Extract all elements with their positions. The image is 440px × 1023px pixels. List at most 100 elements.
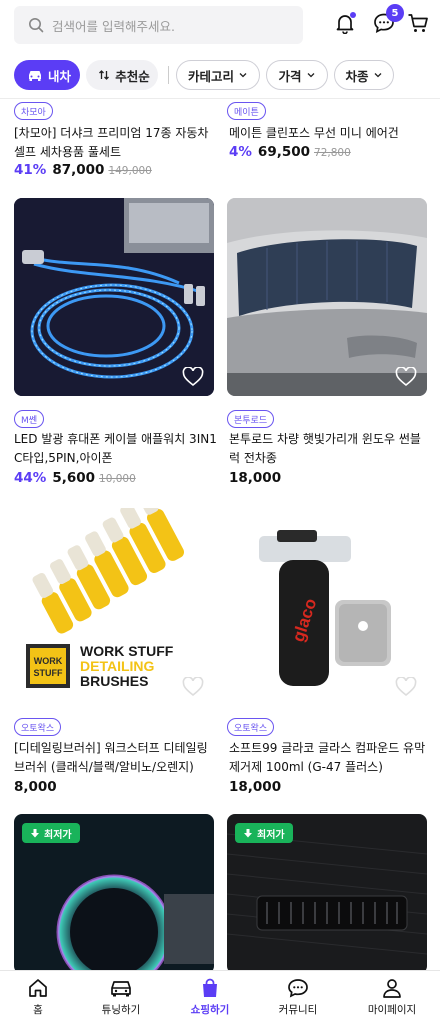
price-row: 4% 69,500 72,800 bbox=[229, 144, 351, 160]
product-title-line: 제거제 100ml (G-47 플러스) bbox=[229, 760, 383, 774]
model-label: 차종 bbox=[345, 68, 369, 84]
down-arrow-icon bbox=[244, 829, 252, 838]
my-car-chip[interactable]: 내차 bbox=[14, 60, 80, 90]
home-icon bbox=[29, 979, 47, 997]
notification-button[interactable] bbox=[331, 9, 359, 37]
product-title-line: 럭 전차종 bbox=[229, 451, 277, 465]
product-image[interactable]: 최저가 bbox=[227, 814, 427, 974]
heart-icon[interactable] bbox=[395, 677, 417, 697]
product-image[interactable]: WORK STUFF WORK STUFF DETAILING BRUSHES bbox=[14, 508, 214, 706]
discount-rate: 41% bbox=[14, 162, 47, 178]
chat-badge: 5 bbox=[386, 4, 404, 22]
product-image[interactable] bbox=[14, 198, 214, 396]
product-title-line: 본투로드 차량 햇빛가리개 윈도우 썬블 bbox=[229, 432, 421, 446]
chat-button[interactable]: 5 bbox=[370, 4, 404, 37]
price-row: 8,000 bbox=[14, 779, 57, 795]
chevron-down-icon bbox=[374, 73, 381, 78]
heart-icon[interactable] bbox=[395, 367, 417, 387]
brush-logo-text: STUFF bbox=[34, 668, 63, 678]
discount-rate: 4% bbox=[229, 144, 252, 160]
down-arrow-icon bbox=[31, 829, 39, 838]
nav-home[interactable]: 홈 bbox=[0, 977, 82, 1021]
cart-icon bbox=[408, 14, 428, 32]
category-dropdown[interactable]: 카테고리 bbox=[176, 60, 260, 90]
filter-bar: 내차 추천순 카테고리 가격 차종 bbox=[0, 56, 440, 96]
product-title-line: 메이튼 클린포스 무선 미니 에어건 bbox=[229, 126, 399, 140]
filter-divider bbox=[168, 66, 169, 84]
brand-badge: 오토왁스 bbox=[14, 718, 62, 736]
brush-image-text: DETAILING bbox=[80, 658, 155, 674]
category-label: 카테고리 bbox=[187, 68, 234, 84]
brand-badge: 본투로드 bbox=[227, 410, 275, 428]
sort-icon bbox=[99, 70, 110, 80]
heart-icon[interactable] bbox=[182, 677, 204, 697]
sort-label: 추천순 bbox=[115, 68, 150, 84]
nav-mypage-label: 마이페이지 bbox=[367, 1004, 417, 1016]
shopping-bag-icon bbox=[203, 978, 217, 997]
product-title-line: 브러쉬 (클래식/블랙/알비노/오렌지) bbox=[14, 760, 194, 774]
product-title-line: 셀프 세차용품 풀세트 bbox=[14, 145, 121, 159]
sale-price: 8,000 bbox=[14, 779, 57, 795]
model-dropdown[interactable]: 차종 bbox=[334, 60, 394, 90]
product-title[interactable]: [디테일링브러쉬] 워크스터프 디테일링 브러쉬 (클래식/블랙/알비노/오렌지… bbox=[14, 739, 224, 777]
nav-home-label: 홈 bbox=[33, 1004, 43, 1016]
product-title[interactable]: 소프트99 글라코 글라스 컴파운드 유막 제거제 100ml (G-47 플러… bbox=[229, 739, 439, 777]
search-placeholder: 검색어를 입력해주세요. bbox=[52, 18, 175, 34]
original-price: 10,000 bbox=[99, 473, 136, 485]
sale-price: 18,000 bbox=[229, 470, 282, 486]
car-icon bbox=[111, 981, 131, 997]
nav-tuning[interactable]: 튜닝하기 bbox=[77, 977, 165, 1021]
price-label: 가격 bbox=[278, 68, 302, 84]
cart-button[interactable] bbox=[404, 9, 432, 37]
sort-chip[interactable]: 추천순 bbox=[86, 60, 158, 90]
product-image[interactable] bbox=[227, 198, 427, 396]
product-title-line: 소프트99 글라코 글라스 컴파운드 유막 bbox=[229, 741, 426, 755]
top-header: 검색어를 입력해주세요. 5 bbox=[0, 0, 440, 50]
chat-bubble-icon bbox=[288, 979, 308, 998]
product-title[interactable]: [차모아] 더샤크 프리미엄 17종 자동차 셀프 세차용품 풀세트 bbox=[14, 124, 224, 162]
user-icon bbox=[383, 979, 401, 998]
search-icon bbox=[29, 18, 44, 33]
car-icon bbox=[28, 71, 41, 81]
chevron-down-icon bbox=[307, 73, 314, 78]
brand-badge: 오토왁스 bbox=[227, 718, 275, 736]
product-title[interactable]: 본투로드 차량 햇빛가리개 윈도우 썬블 럭 전차종 bbox=[229, 430, 439, 468]
brush-image-text: WORK STUFF bbox=[80, 643, 174, 659]
price-row: 41% 87,000 149,000 bbox=[14, 162, 152, 178]
nav-community-label: 커뮤니티 bbox=[278, 1004, 318, 1016]
product-title-line: LED 발광 휴대폰 케이블 애플워치 3IN1 bbox=[14, 432, 217, 446]
price-dropdown[interactable]: 가격 bbox=[266, 60, 328, 90]
chevron-down-icon bbox=[239, 73, 247, 78]
filter-separator bbox=[0, 98, 440, 99]
nav-tuning-label: 튜닝하기 bbox=[101, 1004, 141, 1016]
nav-shopping[interactable]: 쇼핑하기 bbox=[166, 977, 254, 1021]
heart-icon[interactable] bbox=[182, 367, 204, 387]
discount-rate: 44% bbox=[14, 470, 47, 486]
bottom-nav: 홈 튜닝하기 쇼핑하기 커뮤니티 마이페이지 bbox=[0, 970, 440, 1023]
search-input[interactable]: 검색어를 입력해주세요. bbox=[14, 6, 303, 44]
sale-price: 87,000 bbox=[52, 162, 105, 178]
product-image[interactable]: glaco bbox=[227, 508, 427, 706]
lowest-price-tag: 최저가 bbox=[22, 823, 80, 843]
sale-price: 69,500 bbox=[257, 144, 311, 160]
original-price: 149,000 bbox=[108, 165, 152, 177]
lowest-price-label: 최저가 bbox=[44, 829, 72, 841]
price-row: 18,000 bbox=[229, 470, 281, 486]
price-row: 18,000 bbox=[229, 779, 281, 795]
my-car-label: 내차 bbox=[47, 68, 71, 84]
brand-badge: 메이튼 bbox=[227, 102, 266, 120]
product-title[interactable]: LED 발광 휴대폰 케이블 애플워치 3IN1 C타입,5PIN,아이폰 bbox=[14, 430, 224, 468]
nav-community[interactable]: 커뮤니티 bbox=[254, 977, 342, 1021]
brand-badge: M쎈 bbox=[14, 410, 45, 428]
product-title[interactable]: 메이튼 클린포스 무선 미니 에어건 bbox=[229, 124, 439, 143]
nav-mypage[interactable]: 마이페이지 bbox=[348, 977, 436, 1021]
product-image[interactable]: 최저가 bbox=[14, 814, 214, 974]
product-title-line: C타입,5PIN,아이폰 bbox=[14, 451, 113, 465]
sale-price: 18,000 bbox=[229, 779, 282, 795]
price-row: 44% 5,600 10,000 bbox=[14, 470, 136, 486]
nav-shopping-label: 쇼핑하기 bbox=[190, 1004, 230, 1016]
brush-image-text: BRUSHES bbox=[80, 673, 148, 689]
original-price: 72,800 bbox=[314, 147, 351, 159]
sale-price: 5,600 bbox=[52, 470, 96, 486]
product-title-line: [디테일링브러쉬] 워크스터프 디테일링 bbox=[14, 741, 208, 755]
